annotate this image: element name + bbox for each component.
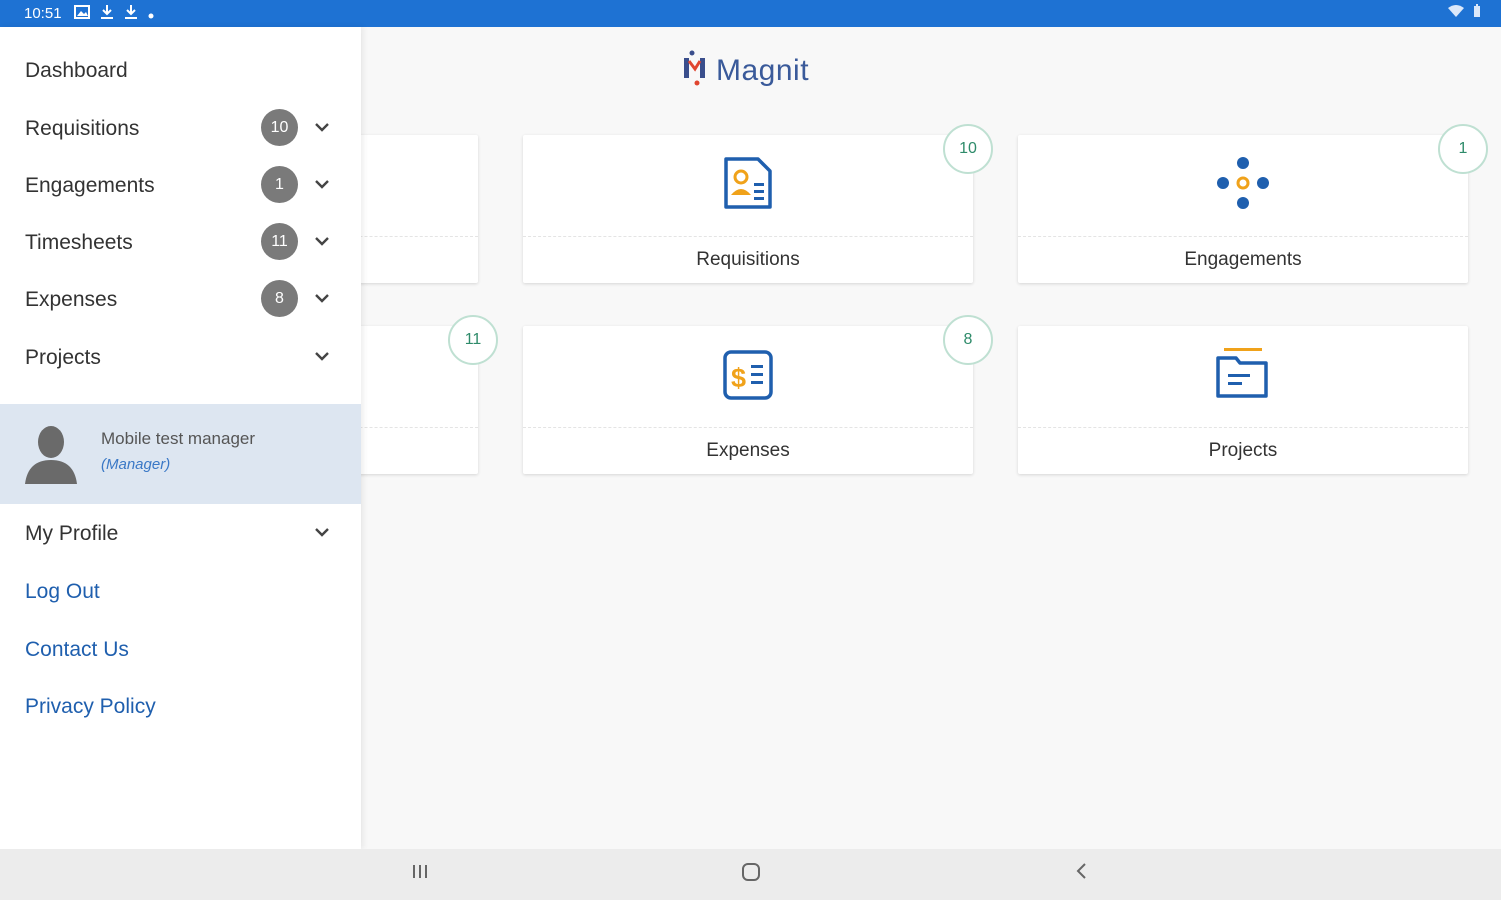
- dot-icon: [148, 6, 154, 23]
- expenses-count-badge: 8: [943, 315, 993, 365]
- drawer-link-label: Privacy Policy: [25, 695, 156, 718]
- drawer-count-badge: 8: [261, 280, 298, 317]
- download-icon: [100, 4, 114, 24]
- contact-us-link[interactable]: Contact Us: [0, 621, 361, 677]
- drawer-item-label: My Profile: [25, 522, 119, 545]
- chevron-down-icon[interactable]: [313, 234, 331, 252]
- dashboard-card-projects[interactable]: Projects: [1018, 326, 1468, 474]
- battery-icon: [1473, 4, 1481, 22]
- drawer-item-label: Engagements: [25, 174, 155, 197]
- card-label: Engagements: [1184, 249, 1302, 270]
- drawer-item-engagements[interactable]: Engagements 1: [0, 157, 361, 213]
- home-icon[interactable]: [740, 861, 762, 889]
- drawer-item-label: Expenses: [25, 288, 118, 311]
- avatar: [22, 420, 80, 489]
- requisitions-count-badge: 10: [943, 124, 993, 174]
- image-icon: [74, 5, 90, 23]
- card-divider: [1018, 427, 1468, 428]
- navigation-drawer: Dashboard Requisitions 10 Engagements 1 …: [0, 27, 361, 849]
- user-role: (Manager): [101, 456, 171, 473]
- svg-text:$: $: [731, 363, 746, 393]
- chevron-down-icon[interactable]: [313, 525, 331, 543]
- drawer-item-timesheets[interactable]: Timesheets 11: [0, 214, 361, 270]
- drawer-item-projects[interactable]: Projects: [0, 329, 361, 385]
- drawer-item-label: Dashboard: [25, 59, 128, 82]
- back-icon[interactable]: [1072, 861, 1090, 887]
- drawer-item-my-profile[interactable]: My Profile: [0, 505, 361, 561]
- card-divider: [523, 427, 973, 428]
- dashboard-card-requisitions[interactable]: Requisitions: [523, 135, 973, 283]
- card-label: Expenses: [706, 440, 790, 461]
- user-info: Mobile test manager (Manager): [0, 404, 361, 504]
- chevron-down-icon[interactable]: [313, 291, 331, 309]
- log-out-link[interactable]: Log Out: [0, 563, 361, 619]
- dashboard-card-engagements[interactable]: Engagements: [1018, 135, 1468, 283]
- card-label: Requisitions: [696, 249, 800, 270]
- recent-apps-icon[interactable]: [410, 861, 430, 887]
- user-name: Mobile test manager: [101, 429, 256, 448]
- drawer-count-badge: 1: [261, 166, 298, 203]
- system-nav-bar: [0, 849, 1501, 900]
- drawer-item-label: Requisitions: [25, 117, 140, 140]
- requisition-icon: [720, 155, 776, 216]
- engagements-count-badge: 1: [1438, 124, 1488, 174]
- status-time: 10:51: [24, 5, 62, 22]
- drawer-item-label: Projects: [25, 346, 101, 369]
- drawer-item-expenses[interactable]: Expenses 8: [0, 271, 361, 327]
- timesheets-count-badge: 11: [448, 315, 498, 365]
- card-divider: [523, 236, 973, 237]
- engagement-icon: [1215, 155, 1271, 216]
- download-icon: [124, 4, 138, 24]
- chevron-down-icon[interactable]: [313, 349, 331, 367]
- magnit-logo-icon: [680, 49, 710, 92]
- chevron-down-icon[interactable]: [313, 177, 331, 195]
- wifi-icon: [1447, 4, 1465, 22]
- drawer-link-label: Contact Us: [25, 638, 129, 661]
- drawer-link-label: Log Out: [25, 580, 100, 603]
- expense-icon: $: [720, 346, 776, 407]
- drawer-item-label: Timesheets: [25, 231, 133, 254]
- chevron-down-icon[interactable]: [313, 120, 331, 138]
- drawer-count-badge: 11: [261, 223, 298, 260]
- project-icon: [1214, 346, 1272, 407]
- brand-logo: Magnit: [680, 49, 809, 92]
- privacy-policy-link[interactable]: Privacy Policy: [0, 678, 361, 734]
- system-indicators: [1447, 4, 1481, 22]
- status-bar: 10:51: [0, 0, 1501, 27]
- dashboard-card-expenses[interactable]: $ Expenses: [523, 326, 973, 474]
- drawer-item-dashboard[interactable]: Dashboard: [0, 42, 361, 98]
- card-label: Projects: [1208, 440, 1278, 461]
- drawer-item-requisitions[interactable]: Requisitions 10: [0, 100, 361, 156]
- card-divider: [1018, 236, 1468, 237]
- drawer-count-badge: 10: [261, 109, 298, 146]
- brand-name: Magnit: [716, 53, 810, 87]
- notification-icons: [74, 4, 154, 24]
